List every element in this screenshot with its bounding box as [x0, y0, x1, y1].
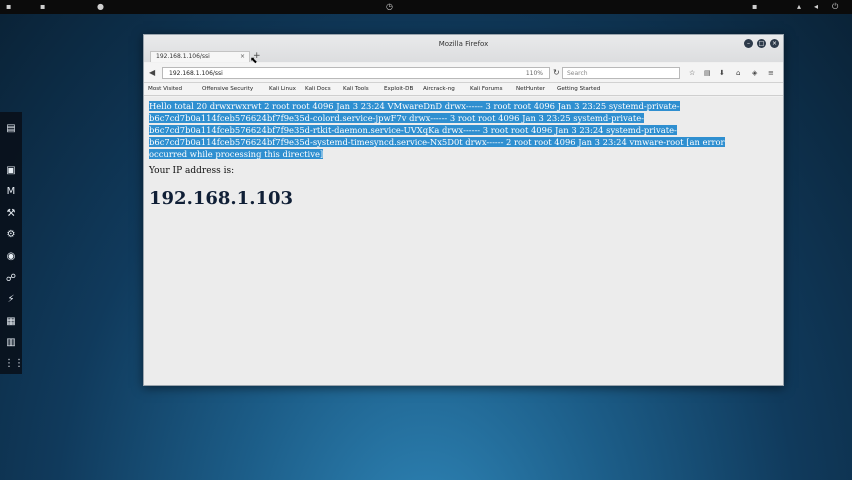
bookmark-exploit-db[interactable]: Exploit-DB [384, 85, 413, 94]
browser-taskbar-icon[interactable]: ● [97, 0, 104, 14]
search-input[interactable]: Search [562, 67, 680, 79]
url-text: 192.168.1.106/ssi [169, 70, 223, 77]
network-icon[interactable]: ☍ [4, 272, 18, 286]
browser-tab[interactable]: 192.168.1.106/ssi × [150, 51, 250, 62]
app-icon-2[interactable]: ▥ [4, 336, 18, 350]
top-panel: ▪ ▪ ● ◷ ▪ ▴ ◂ ⏻ [0, 0, 852, 14]
tab-label: 192.168.1.106/ssi [156, 53, 210, 60]
title-bar[interactable]: Mozilla Firefox 192.168.1.106/ssi × + – … [144, 35, 783, 62]
bookmark-offensive-security[interactable]: Offensive Security [202, 85, 253, 94]
selected-output-text[interactable]: Hello total 20 drwxrwxrwt 2 root root 40… [149, 100, 764, 160]
apps-grid-icon[interactable]: ⋮⋮ [4, 357, 24, 371]
network-icon[interactable]: ▴ [797, 0, 801, 14]
files-icon[interactable]: ▤ [4, 122, 18, 136]
url-bar[interactable]: 192.168.1.106/ssi 110% [162, 67, 550, 79]
reload-icon[interactable]: ↻ [553, 68, 560, 78]
download-icon[interactable]: ⬇ [719, 68, 725, 78]
minimize-icon[interactable]: – [744, 39, 753, 48]
bookmark-kali-tools[interactable]: Kali Tools [343, 85, 369, 94]
app-icon[interactable]: ▦ [4, 315, 18, 329]
pocket-icon[interactable]: ◈ [752, 68, 757, 78]
settings-icon[interactable]: ⚙ [4, 228, 18, 242]
terminal-icon[interactable]: ▣ [4, 164, 18, 178]
volume-icon[interactable]: ◂ [814, 0, 818, 14]
home-icon[interactable]: ⌂ [736, 68, 740, 78]
power-icon[interactable]: ⏻ [832, 0, 838, 14]
browser-window: Mozilla Firefox 192.168.1.106/ssi × + – … [143, 34, 784, 386]
keyboard-icon[interactable]: ▪ [752, 0, 757, 14]
maximize-icon[interactable]: □ [757, 39, 766, 48]
tab-close-icon[interactable]: × [240, 52, 245, 62]
bookmark-most-visited[interactable]: Most Visited [148, 85, 182, 94]
bookmark-aircrack-ng[interactable]: Aircrack-ng [423, 85, 455, 94]
mail-icon[interactable]: M [4, 185, 18, 199]
close-icon[interactable]: × [770, 39, 779, 48]
ip-address: 192.168.1.103 [149, 188, 294, 209]
bookmarks-toolbar: Most Visited Offensive Security Kali Lin… [144, 83, 783, 96]
tools-icon[interactable]: ⚒ [4, 207, 18, 221]
bookmark-kali-forums[interactable]: Kali Forums [470, 85, 503, 94]
browser-icon[interactable]: ◉ [4, 250, 18, 264]
zoom-level[interactable]: 110% [526, 68, 543, 79]
bookmark-kali-docs[interactable]: Kali Docs [305, 85, 331, 94]
places-menu-icon[interactable]: ▪ [40, 0, 45, 14]
navigation-toolbar: ◀ 192.168.1.106/ssi 110% ↻ Search ☆ ▤ ⬇ … [144, 63, 783, 83]
clock-icon[interactable]: ◷ [386, 0, 393, 14]
menu-icon[interactable]: ≡ [768, 68, 774, 78]
apps-menu-icon[interactable]: ▪ [6, 0, 11, 14]
bookmark-kali-linux[interactable]: Kali Linux [269, 85, 296, 94]
ip-label: Your IP address is: [149, 166, 235, 176]
bookmark-getting-started[interactable]: Getting Started [557, 85, 600, 94]
bookmark-nethunter[interactable]: NetHunter [516, 85, 545, 94]
favorites-dock: ▤ ▣ M ⚒ ⚙ ◉ ☍ ⚡ ▦ ▥ ⋮⋮ [0, 112, 24, 374]
reader-icon[interactable]: ▤ [704, 68, 711, 78]
tool-icon[interactable]: ⚡ [4, 293, 18, 307]
back-icon[interactable]: ◀ [149, 68, 155, 78]
page-content: Hello total 20 drwxrwxrwt 2 root root 40… [144, 97, 783, 385]
mouse-cursor-icon: ⬉ [250, 56, 258, 66]
bookmark-star-icon[interactable]: ☆ [689, 68, 695, 78]
window-title: Mozilla Firefox [438, 40, 489, 48]
